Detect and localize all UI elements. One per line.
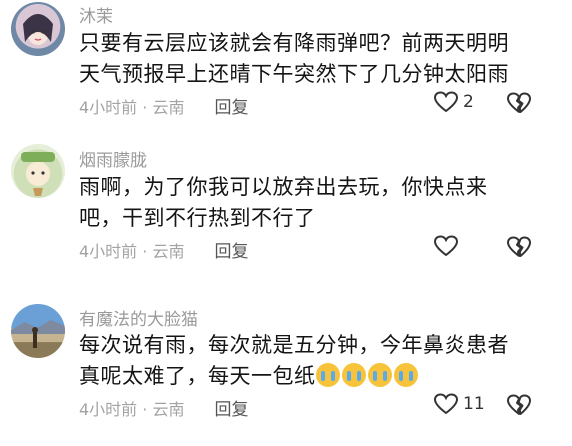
comment-item: 烟雨朦胧 雨啊，为了你我可以放弃出去玩，你快点来 吧，干到不行热到不行了 4小时… <box>0 138 572 290</box>
heart-outline-icon <box>433 91 459 113</box>
comment-text-fragment: 真呢太难了，每天一包纸 <box>79 364 316 388</box>
comment-text: 只要有云层应该就会有降雨弹吧？前两天明明 天气预报早上还晴下午突然下了几分钟太阳… <box>79 28 549 90</box>
comment-text: 每次说有雨，每次就是五分钟，今年鼻炎患者 真呢太难了，每天一包纸 <box>79 330 549 392</box>
comment-meta: 4小时前 · 云南 回复 <box>79 93 248 119</box>
like-button[interactable]: 2 <box>433 90 474 114</box>
heart-outline-icon <box>433 235 459 257</box>
username[interactable]: 沐茉 <box>79 2 113 27</box>
comment-text-line: 天气预报早上还晴下午突然下了几分钟太阳雨 <box>79 62 509 86</box>
reply-button[interactable]: 回复 <box>214 395 248 420</box>
comment-text-line: 真呢太难了，每天一包纸 <box>79 361 549 392</box>
comment-text-line: 雨啊，为了你我可以放弃出去玩，你快点来 <box>79 175 488 199</box>
dislike-button[interactable] <box>506 393 532 421</box>
username[interactable]: 烟雨朦胧 <box>79 146 147 171</box>
reply-button[interactable]: 回复 <box>214 237 248 262</box>
time-location: 4小时前 · 云南 <box>79 97 185 117</box>
comment-item: 有魔法的大脸猫 每次说有雨，每次就是五分钟，今年鼻炎患者 真呢太难了，每天一包纸… <box>0 292 572 446</box>
comment-meta: 4小时前 · 云南 回复 <box>79 395 248 421</box>
crying-emoji-icon <box>341 363 366 387</box>
broken-heart-icon <box>507 394 531 415</box>
broken-heart-icon <box>507 236 531 257</box>
comment-text-line: 吧，干到不行热到不行了 <box>79 206 316 230</box>
time-location: 4小时前 · 云南 <box>79 241 185 261</box>
avatar[interactable] <box>11 304 65 358</box>
crying-emoji-icon <box>393 363 418 387</box>
dislike-button[interactable] <box>506 235 532 263</box>
broken-heart-icon <box>507 92 531 113</box>
like-count: 2 <box>463 92 474 112</box>
crying-emoji-icon <box>315 363 340 387</box>
time-location: 4小时前 · 云南 <box>79 399 185 419</box>
username[interactable]: 有魔法的大脸猫 <box>79 305 198 330</box>
reply-button[interactable]: 回复 <box>214 93 248 118</box>
comment-text-line: 只要有云层应该就会有降雨弹吧？前两天明明 <box>79 31 509 55</box>
dislike-button[interactable] <box>506 91 532 119</box>
avatar[interactable] <box>11 144 65 198</box>
like-button[interactable]: 11 <box>433 392 485 416</box>
like-button[interactable] <box>433 234 463 258</box>
comment-text-line: 每次说有雨，每次就是五分钟，今年鼻炎患者 <box>79 333 509 357</box>
avatar[interactable] <box>11 2 65 56</box>
comment-text: 雨啊，为了你我可以放弃出去玩，你快点来 吧，干到不行热到不行了 <box>79 172 549 234</box>
crying-emoji-icon <box>367 363 392 387</box>
comment-item: 沐茉 只要有云层应该就会有降雨弹吧？前两天明明 天气预报早上还晴下午突然下了几分… <box>0 0 572 136</box>
heart-outline-icon <box>433 393 459 415</box>
comment-meta: 4小时前 · 云南 回复 <box>79 237 248 263</box>
like-count: 11 <box>463 394 485 414</box>
